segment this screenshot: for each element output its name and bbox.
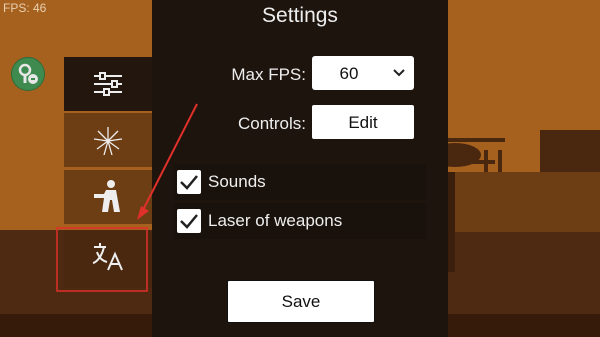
annotation-overlay bbox=[56, 103, 198, 292]
arrow-head bbox=[137, 206, 149, 220]
highlight-box bbox=[56, 227, 148, 292]
annotation-arrow bbox=[142, 103, 198, 211]
